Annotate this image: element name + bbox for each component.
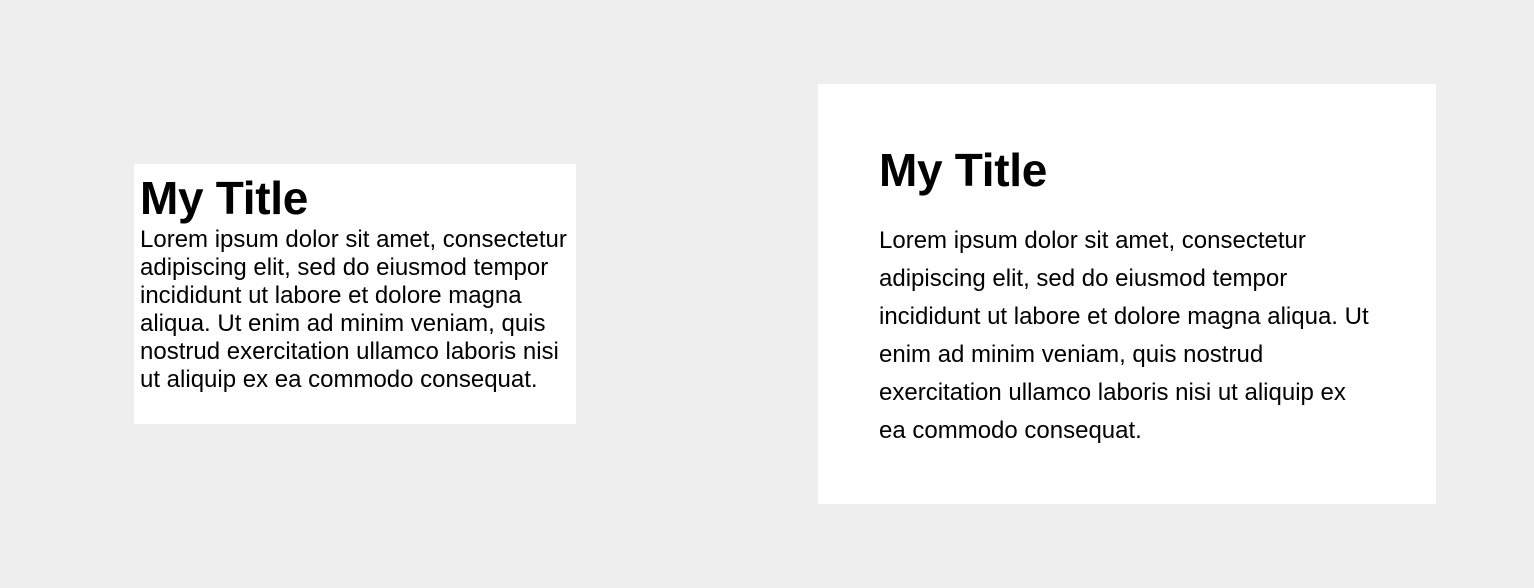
- compact-card-title: My Title: [140, 172, 309, 224]
- spacious-card-body: Lorem ipsum dolor sit amet, consectetur …: [879, 227, 1369, 444]
- compact-card: My Title Lorem ipsum dolor sit amet, con…: [134, 164, 576, 424]
- spacious-card-title: My Title: [879, 144, 1048, 196]
- spacious-card: My Title Lorem ipsum dolor sit amet, con…: [818, 84, 1436, 504]
- compact-card-body: Lorem ipsum dolor sit amet, consectetur …: [140, 226, 567, 393]
